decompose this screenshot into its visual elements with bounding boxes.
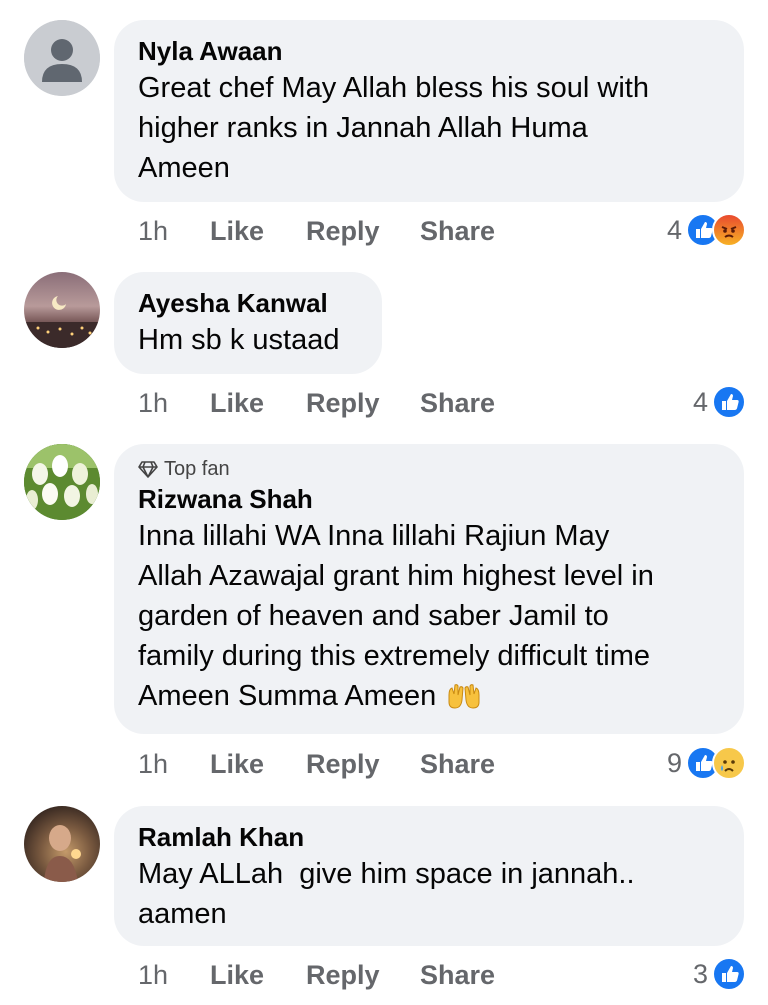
share-button[interactable]: Share — [420, 388, 495, 419]
comment-author[interactable]: Nyla Awaan — [138, 34, 720, 68]
comment-timestamp[interactable]: 1h — [138, 216, 210, 247]
comment-bubble: Nyla Awaan Great chef May Allah bless hi… — [114, 20, 744, 202]
reaction-count: 9 — [666, 747, 682, 778]
reaction-summary[interactable]: 4 — [667, 210, 746, 250]
reply-button[interactable]: Reply — [306, 960, 420, 991]
comment-text-line: Hm sb k ustaad — [138, 324, 340, 356]
reaction-count: 4 — [692, 386, 708, 417]
comment-timestamp[interactable]: 1h — [138, 960, 210, 991]
comment-text-line: Great chef May Allah bless his soul with — [138, 72, 649, 104]
reaction-count: 4 — [666, 214, 682, 245]
top-fan-badge: Top fan — [138, 456, 720, 482]
avatar[interactable] — [24, 444, 100, 520]
comment-text-line: family during this extremely difficult t… — [138, 640, 650, 672]
comment-timestamp[interactable]: 1h — [138, 749, 210, 780]
comment-actions: 1h Like Reply Share — [138, 211, 495, 251]
comment-actions: 1h Like Reply Share — [138, 955, 495, 995]
comment-actions: 1h Like Reply Share — [138, 383, 495, 423]
share-button[interactable]: Share — [420, 216, 495, 247]
share-button[interactable]: Share — [420, 749, 495, 780]
comment-text-line: May ALLah give him space in jannah.. — [138, 858, 635, 890]
like-icon — [712, 957, 746, 991]
like-icon — [712, 385, 746, 419]
avatar[interactable] — [24, 806, 100, 882]
comment-bubble: Ayesha Kanwal Hm sb k ustaad — [114, 272, 382, 374]
comment-author[interactable]: Ramlah Khan — [138, 820, 720, 854]
moon-photo-icon — [24, 296, 100, 348]
comment-author[interactable]: Rizwana Shah — [138, 482, 720, 516]
comment-text-line: Inna lillahi WA Inna lillahi Rajiun May — [138, 520, 610, 552]
comment-author[interactable]: Ayesha Kanwal — [138, 286, 358, 320]
reaction-summary[interactable]: 9 — [667, 743, 746, 783]
reaction-count: 3 — [692, 958, 708, 989]
comment-text-segment: Ameen Summa Ameen — [138, 680, 437, 712]
reply-button[interactable]: Reply — [306, 749, 420, 780]
reaction-summary[interactable]: 3 — [693, 954, 746, 994]
reply-button[interactable]: Reply — [306, 216, 420, 247]
like-button[interactable]: Like — [210, 749, 306, 780]
badge-label: Top fan — [164, 458, 230, 480]
share-button[interactable]: Share — [420, 960, 495, 991]
reaction-summary[interactable]: 4 — [693, 382, 746, 422]
comment-text-line: Allah Azawajal grant him highest level i… — [138, 560, 654, 592]
tulips-photo-icon — [24, 444, 100, 520]
like-button[interactable]: Like — [210, 216, 306, 247]
reply-button[interactable]: Reply — [306, 388, 420, 419]
default-user-icon — [24, 20, 100, 96]
comment-text-line: higher ranks in Jannah Allah Huma — [138, 112, 588, 144]
person-photo-icon — [44, 825, 81, 882]
sad-icon — [712, 746, 746, 780]
open-hands-emoji-icon — [448, 684, 480, 709]
comment-timestamp[interactable]: 1h — [138, 388, 210, 419]
comment-text-line: aamen — [138, 898, 227, 930]
like-button[interactable]: Like — [210, 388, 306, 419]
comment-bubble: Top fan Rizwana Shah Inna lillahi WA Inn… — [114, 444, 744, 734]
comment-actions: 1h Like Reply Share — [138, 744, 495, 784]
comment-text-line: Ameen — [138, 152, 230, 184]
comment-text-line: Ameen Summa Ameen — [138, 676, 720, 716]
angry-icon — [712, 213, 746, 247]
avatar[interactable] — [24, 272, 100, 348]
comment-bubble: Ramlah Khan May ALLah give him space in … — [114, 806, 744, 946]
diamond-icon — [138, 461, 158, 478]
avatar[interactable] — [24, 20, 100, 96]
comment-text-line: garden of heaven and saber Jamil to — [138, 600, 609, 632]
like-button[interactable]: Like — [210, 960, 306, 991]
